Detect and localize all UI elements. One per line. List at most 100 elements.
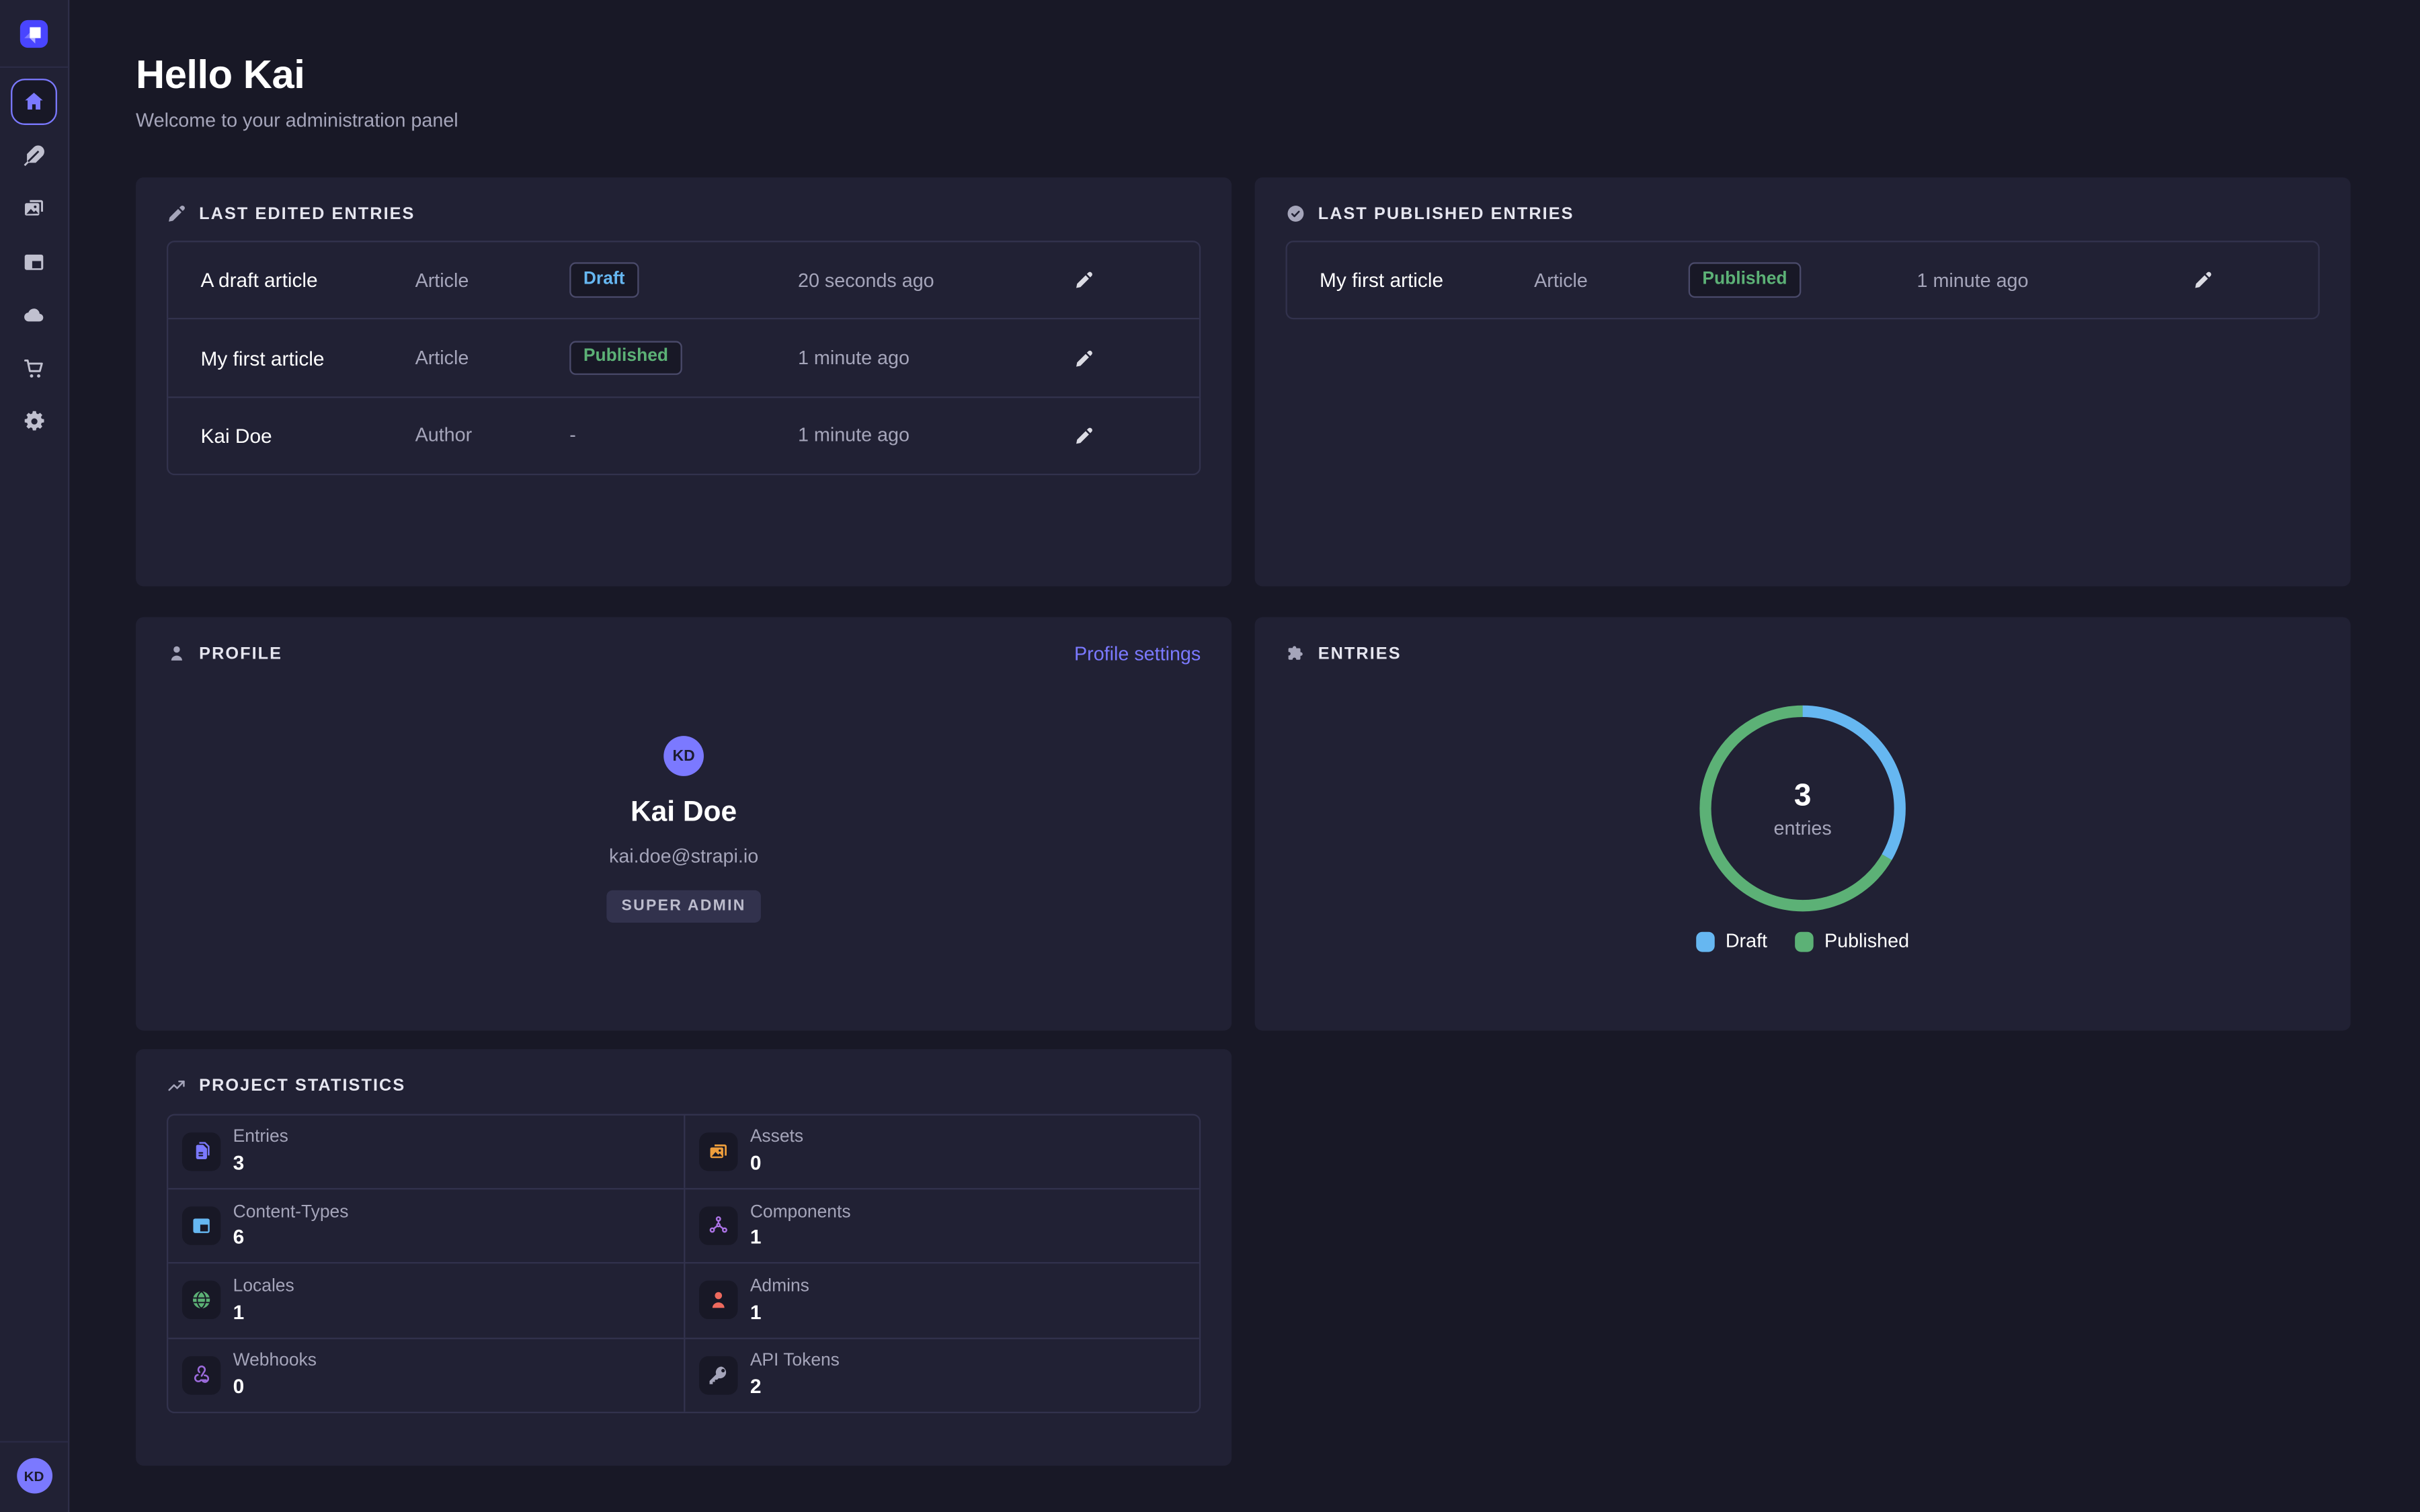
sidebar-nav [11,79,57,444]
key-icon [699,1355,737,1394]
entry-row: Kai DoeAuthor-1 minute ago [168,396,1199,474]
profile-email: kai.doe@strapi.io [609,845,758,867]
pencil-icon [1074,270,1094,290]
last-published-table: My first articleArticlePublished1 minute… [1285,241,2319,320]
stat-value: 3 [233,1150,288,1177]
entries-count-label: entries [1774,817,1832,839]
edit-entry-button[interactable] [2193,270,2213,290]
profile-body: KD Kai Doe kai.doe@strapi.io SUPER ADMIN [136,663,1232,923]
panel-title: PROJECT STATISTICS [199,1076,405,1095]
entry-status-badge: Draft [569,263,639,298]
entry-updated-time: 20 seconds ago [798,269,1074,291]
stat-value: 6 [233,1224,349,1251]
stat-value: 1 [750,1298,809,1325]
home-icon [22,89,46,114]
settings-icon [22,409,46,433]
entry-updated-time: 1 minute ago [798,425,1074,446]
stat-label: Webhooks [233,1350,317,1373]
panel-project-statistics: PROJECT STATISTICS Entries3Assets0Conten… [136,1049,1232,1466]
legend-label: Draft [1726,930,1767,952]
stat-item-api-tokens: API Tokens2 [684,1337,1199,1412]
entry-title: Kai Doe [200,424,415,447]
edit-entry-button[interactable] [1074,348,1094,368]
edit-entry-button[interactable] [1074,270,1094,290]
panel-title: LAST EDITED ENTRIES [199,204,415,223]
entries-count: 3 [1794,778,1812,814]
content-type-builder-icon [22,249,46,274]
layout-icon [182,1207,220,1245]
sidebar-item-home[interactable] [11,79,57,125]
panel-title: ENTRIES [1318,644,1402,663]
stat-label: Content-Types [233,1201,349,1224]
legend-item-draft: Draft [1696,930,1767,952]
components-icon [699,1207,737,1245]
entries-chart-area: 3 entries Draft Published [1255,663,2351,952]
page-header: Hello Kai Welcome to your administration… [136,51,458,131]
panel-title: LAST PUBLISHED ENTRIES [1318,204,1574,223]
pencil-icon [2193,270,2213,290]
sidebar-item-settings[interactable] [11,398,57,444]
sidebar-item-marketplace[interactable] [11,345,57,391]
stat-value: 1 [233,1298,294,1325]
edit-entry-button[interactable] [1074,426,1094,446]
chart-legend: Draft Published [1696,930,1909,952]
entry-type: Article [1534,269,1689,291]
stat-value: 0 [750,1150,803,1177]
panel-profile: PROFILE Profile settings KD Kai Doe kai.… [136,617,1232,1030]
puzzle-icon [1285,643,1305,663]
sidebar-item-content-type-builder[interactable] [11,239,57,285]
page-subtitle: Welcome to your administration panel [136,110,458,131]
entry-updated-time: 1 minute ago [798,347,1074,369]
stat-label: Admins [750,1275,809,1298]
entry-type: Article [415,269,570,291]
user-icon [699,1282,737,1320]
pencil-icon [1074,426,1094,446]
last-edited-table: A draft articleArticleDraft20 seconds ag… [167,241,1201,475]
strapi-logo[interactable] [20,20,48,48]
profile-settings-link[interactable]: Profile settings [1074,643,1201,665]
legend-label: Published [1824,930,1909,952]
stat-item-assets: Assets0 [684,1116,1199,1188]
cloud-icon [22,302,46,327]
sidebar-item-content-manager[interactable] [11,132,57,178]
entry-title: My first article [1320,269,1534,292]
entry-row: My first articleArticlePublished1 minute… [168,319,1199,396]
entry-type: Author [415,425,570,446]
webhook-icon [182,1355,220,1394]
sidebar: KD [0,0,69,1512]
check-circle-icon [1285,204,1305,224]
stat-value: 2 [750,1373,840,1400]
sidebar-bottom: KD [0,1441,68,1512]
sidebar-item-media-library[interactable] [11,185,57,232]
page-title: Hello Kai [136,51,458,99]
donut-center: 3 entries [1699,705,1906,912]
stat-item-locales: Locales1 [168,1263,684,1337]
panel-entries-chart: ENTRIES 3 entries Draft [1255,617,2351,1030]
stat-item-webhooks: Webhooks0 [168,1337,684,1412]
entry-row: My first articleArticlePublished1 minute… [1287,242,2318,318]
images-icon [699,1132,737,1171]
globe-icon [182,1282,220,1320]
entry-status: - [569,425,798,446]
person-icon [167,643,187,663]
strapi-admin-dashboard: KD Hello Kai Welcome to your administrat… [0,0,2420,1512]
stat-label: Locales [233,1275,294,1298]
user-avatar[interactable]: KD [16,1458,52,1494]
content-manager-icon [22,142,46,167]
media-library-icon [22,196,46,221]
stat-label: Assets [750,1127,803,1150]
panel-last-edited-entries: LAST EDITED ENTRIES A draft articleArtic… [136,177,1232,586]
stat-value: 0 [233,1373,317,1400]
profile-role-badge: SUPER ADMIN [606,890,762,923]
stat-item-components: Components1 [684,1188,1199,1263]
profile-avatar: KD [663,736,704,776]
legend-item-published: Published [1795,930,1909,952]
project-statistics-grid: Entries3Assets0Content-Types6Components1… [167,1114,1201,1413]
stat-item-admins: Admins1 [684,1263,1199,1337]
stat-value: 1 [750,1224,851,1251]
entry-title: My first article [200,347,415,370]
entry-updated-time: 1 minute ago [1917,269,2193,291]
sidebar-item-deploy[interactable] [11,292,57,338]
stat-label: API Tokens [750,1350,840,1373]
pencil-icon [167,204,187,224]
